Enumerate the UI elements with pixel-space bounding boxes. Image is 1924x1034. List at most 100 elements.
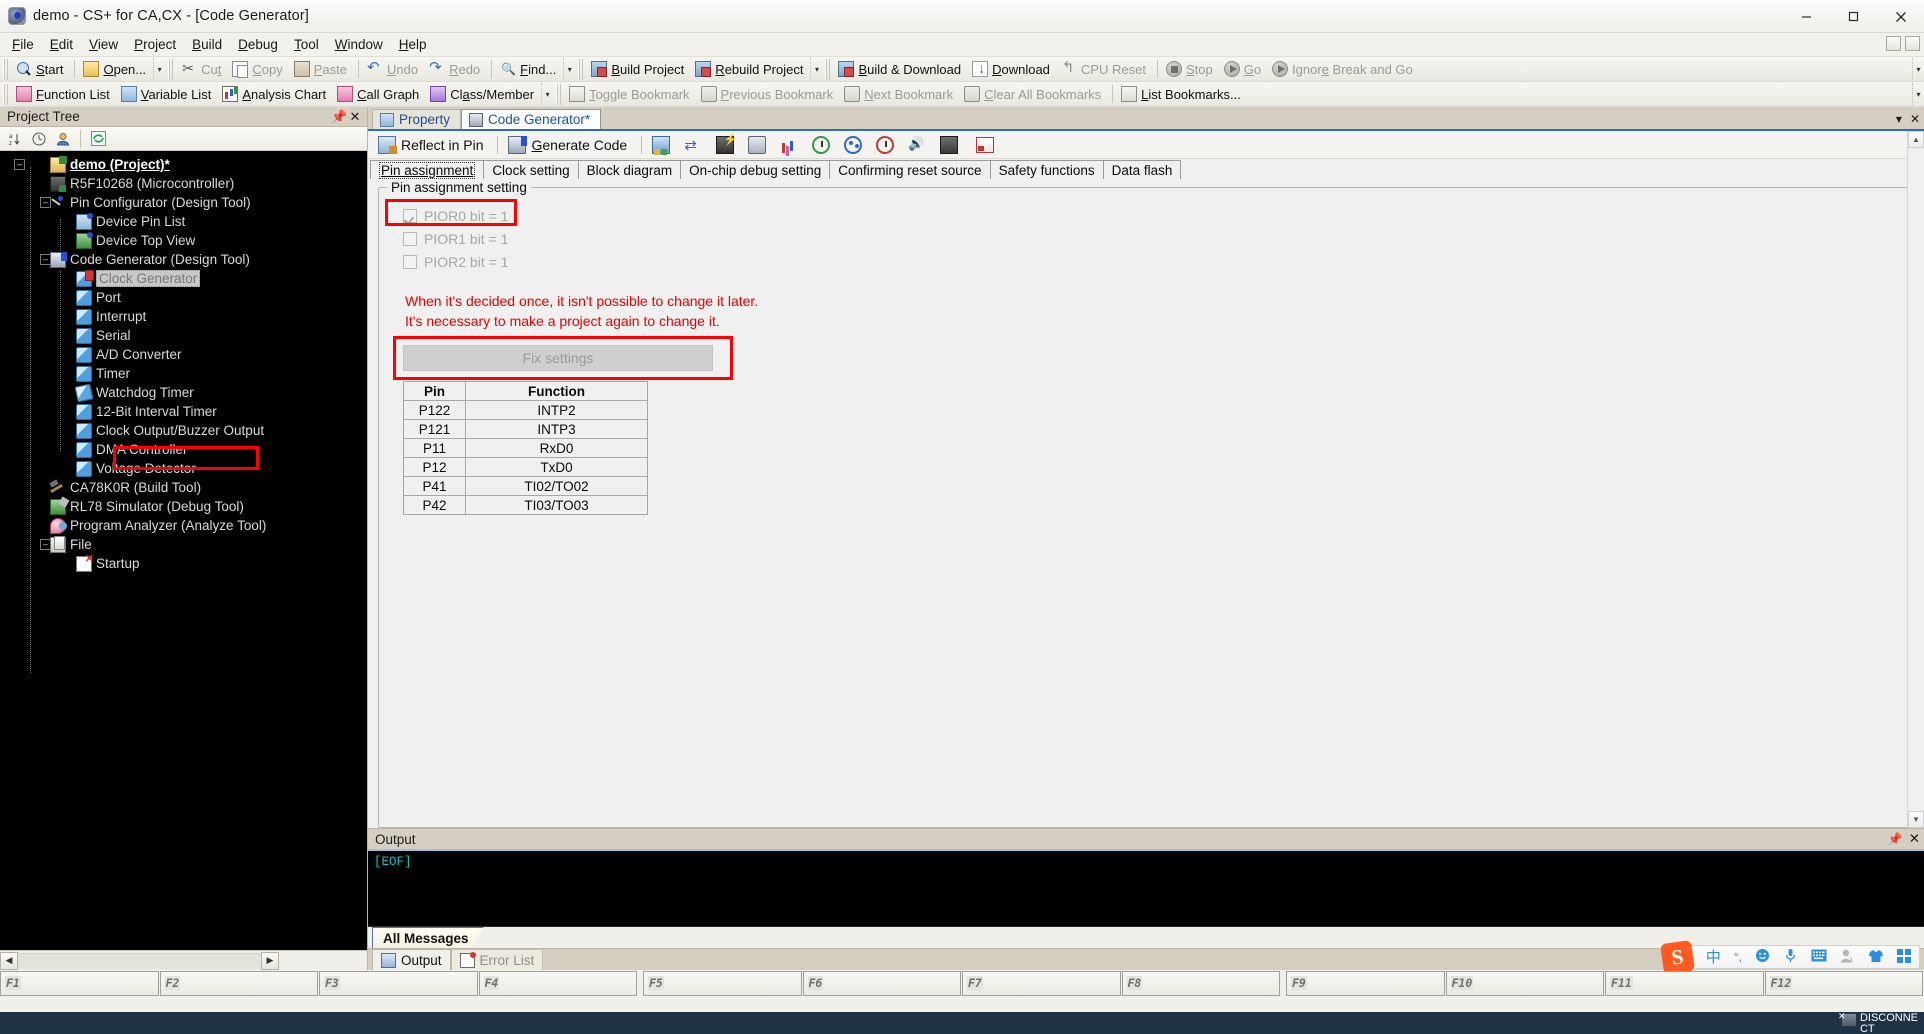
tree-node-startup[interactable]: Startup (0, 552, 367, 573)
function-key-f1[interactable]: F1 (0, 971, 159, 996)
menu-file[interactable]: File (4, 34, 42, 55)
tree-node-dma-controller[interactable]: DMA Controller (0, 440, 367, 459)
tab-property[interactable]: Property (372, 109, 462, 129)
table-row[interactable]: P121 INTP3 (403, 419, 648, 439)
function-key-f7[interactable]: F7 (962, 971, 1121, 996)
pior1-checkbox-row[interactable]: PIOR1 bit = 1 (403, 227, 723, 250)
timer-button[interactable] (808, 133, 838, 157)
tree-node-project[interactable]: – demo (Project)* (0, 155, 367, 174)
function-key-f12[interactable]: F12 (1764, 971, 1923, 996)
menu-debug[interactable]: Debug (230, 34, 286, 55)
apps-icon[interactable] (1897, 948, 1911, 966)
toolbar-grip[interactable] (168, 58, 175, 80)
chinese-mode-icon[interactable]: 中 (1706, 950, 1721, 965)
scroll-down-button[interactable]: ▼ (1908, 811, 1924, 828)
ignore-break-go-button[interactable]: Ignore Break and Go (1268, 58, 1420, 80)
cut-button[interactable]: Cut (177, 58, 228, 80)
find-button[interactable]: Find... (496, 58, 563, 80)
voltage-detector-button[interactable] (968, 133, 1002, 157)
project-tree-hscrollbar[interactable]: ◀ ▶ (0, 950, 367, 970)
tree-node-port[interactable]: Port (0, 288, 367, 307)
restore-window-icon[interactable] (1886, 36, 1901, 51)
subtab-block-diagram[interactable]: Block diagram (577, 160, 682, 179)
tree-node-debug-tool[interactable]: RL78 Simulator (Debug Tool) (0, 497, 367, 516)
user-icon[interactable] (52, 129, 74, 149)
tree-node-analyze-tool[interactable]: Program Analyzer (Analyze Tool) (0, 516, 367, 535)
expander-icon[interactable]: – (14, 159, 25, 170)
stop-button[interactable]: Stop (1162, 58, 1220, 80)
toolbar-grip[interactable] (578, 58, 585, 80)
toggle-bookmark-button[interactable]: Toggle Bookmark (565, 83, 696, 105)
close-document-icon[interactable] (1905, 36, 1920, 51)
subtab-data-flash[interactable]: Data flash (1102, 160, 1182, 179)
interrupt-button[interactable] (744, 133, 774, 157)
rebuild-project-button[interactable]: Rebuild Project (691, 58, 810, 80)
sogou-logo-icon[interactable]: S (1659, 939, 1695, 976)
watchdog-timer-button[interactable] (872, 133, 902, 157)
toolbar-overflow-4[interactable]: ▾ (1912, 58, 1924, 80)
bottom-tab-output[interactable]: Output (372, 949, 451, 970)
call-graph-button[interactable]: Call Graph (333, 83, 426, 105)
close-tab-icon[interactable]: ✕ (1910, 112, 1920, 126)
tree-node-device-pin-list[interactable]: Device Pin List (0, 212, 367, 231)
toolbar-overflow-3[interactable]: ▾ (810, 58, 822, 80)
peripheral-functions-button[interactable] (648, 133, 678, 157)
subtab-safety-functions[interactable]: Safety functions (989, 160, 1104, 179)
output-content[interactable]: [EOF] (368, 849, 1924, 926)
reflect-in-pin-button[interactable]: Reflect in Pin (374, 133, 491, 157)
serial-button[interactable] (840, 133, 870, 157)
project-tree[interactable]: – demo (Project)* R5F10268 (Microcontrol… (0, 151, 367, 950)
undo-button[interactable]: Undo (363, 58, 425, 80)
table-row[interactable]: P122 INTP2 (403, 400, 648, 420)
tree-node-pin-configurator[interactable]: – Pin Configurator (Design Tool) (0, 193, 367, 212)
open-button[interactable]: Open... (79, 58, 153, 80)
microphone-icon[interactable] (1783, 948, 1798, 966)
pin-icon[interactable]: 📌 (1888, 832, 1903, 846)
toolbar-overflow-6[interactable]: ▾ (1912, 83, 1924, 105)
buzzer-output-button[interactable] (904, 133, 934, 157)
skin-icon[interactable] (1868, 949, 1884, 966)
emoji-icon[interactable] (1755, 948, 1770, 966)
pior1-checkbox[interactable] (403, 231, 417, 246)
tree-node-code-generator[interactable]: – Code Generator (Design Tool) (0, 250, 367, 269)
paste-button[interactable]: Paste (290, 58, 354, 80)
punctuation-icon[interactable]: °, (1734, 950, 1742, 965)
soft-keyboard-icon[interactable] (1811, 949, 1827, 965)
tree-node-file[interactable]: – File (0, 535, 367, 554)
function-key-f10[interactable]: F10 (1445, 971, 1604, 996)
function-key-f8[interactable]: F8 (1121, 971, 1280, 996)
menu-project[interactable]: Project (126, 34, 184, 55)
function-key-f2[interactable]: F2 (159, 971, 318, 996)
scroll-left-button[interactable]: ◀ (0, 951, 18, 970)
analysis-chart-button[interactable]: Analysis Chart (218, 83, 333, 105)
menu-help[interactable]: Help (391, 34, 435, 55)
tree-node-build-tool[interactable]: CA78K0R (Build Tool) (0, 478, 367, 497)
scroll-up-button[interactable]: ▲ (1908, 131, 1924, 148)
tree-node-clock-generator[interactable]: Clock Generator (0, 269, 367, 288)
download-button[interactable]: Download (968, 58, 1057, 80)
subtab-clock-setting[interactable]: Clock setting (483, 160, 579, 179)
menu-build[interactable]: Build (184, 34, 230, 55)
pior2-checkbox[interactable] (403, 254, 417, 269)
clock-icon[interactable] (28, 129, 50, 149)
function-key-f5[interactable]: F5 (643, 971, 802, 996)
toolbar-overflow-2[interactable]: ▾ (563, 58, 575, 80)
pior2-checkbox-row[interactable]: PIOR2 bit = 1 (403, 250, 723, 273)
tree-node-voltage-detector[interactable]: Voltage Detector (0, 459, 367, 478)
build-project-button[interactable]: Build Project (587, 58, 691, 80)
next-bookmark-button[interactable]: Next Bookmark (840, 83, 960, 105)
tab-list-dropdown-icon[interactable]: ▾ (1896, 112, 1902, 126)
clear-all-bookmarks-button[interactable]: Clear All Bookmarks (960, 83, 1108, 105)
tab-code-generator[interactable]: Code Generator* (461, 109, 602, 129)
pior0-checkbox-row[interactable]: PIOR0 bit = 1 (403, 204, 723, 227)
generate-code-button[interactable]: Generate Code (504, 133, 635, 157)
function-list-button[interactable]: Function List (12, 83, 117, 105)
class-member-button[interactable]: Class/Member (426, 83, 541, 105)
scroll-right-button[interactable]: ▶ (261, 951, 279, 970)
copy-button[interactable]: Copy (228, 58, 289, 80)
variable-list-button[interactable]: Variable List (117, 83, 219, 105)
toolbar-grip[interactable] (556, 83, 563, 105)
subtab-on-chip-debug-setting[interactable]: On-chip debug setting (680, 160, 831, 179)
tree-node-interrupt[interactable]: Interrupt (0, 307, 367, 326)
function-key-f3[interactable]: F3 (319, 971, 478, 996)
